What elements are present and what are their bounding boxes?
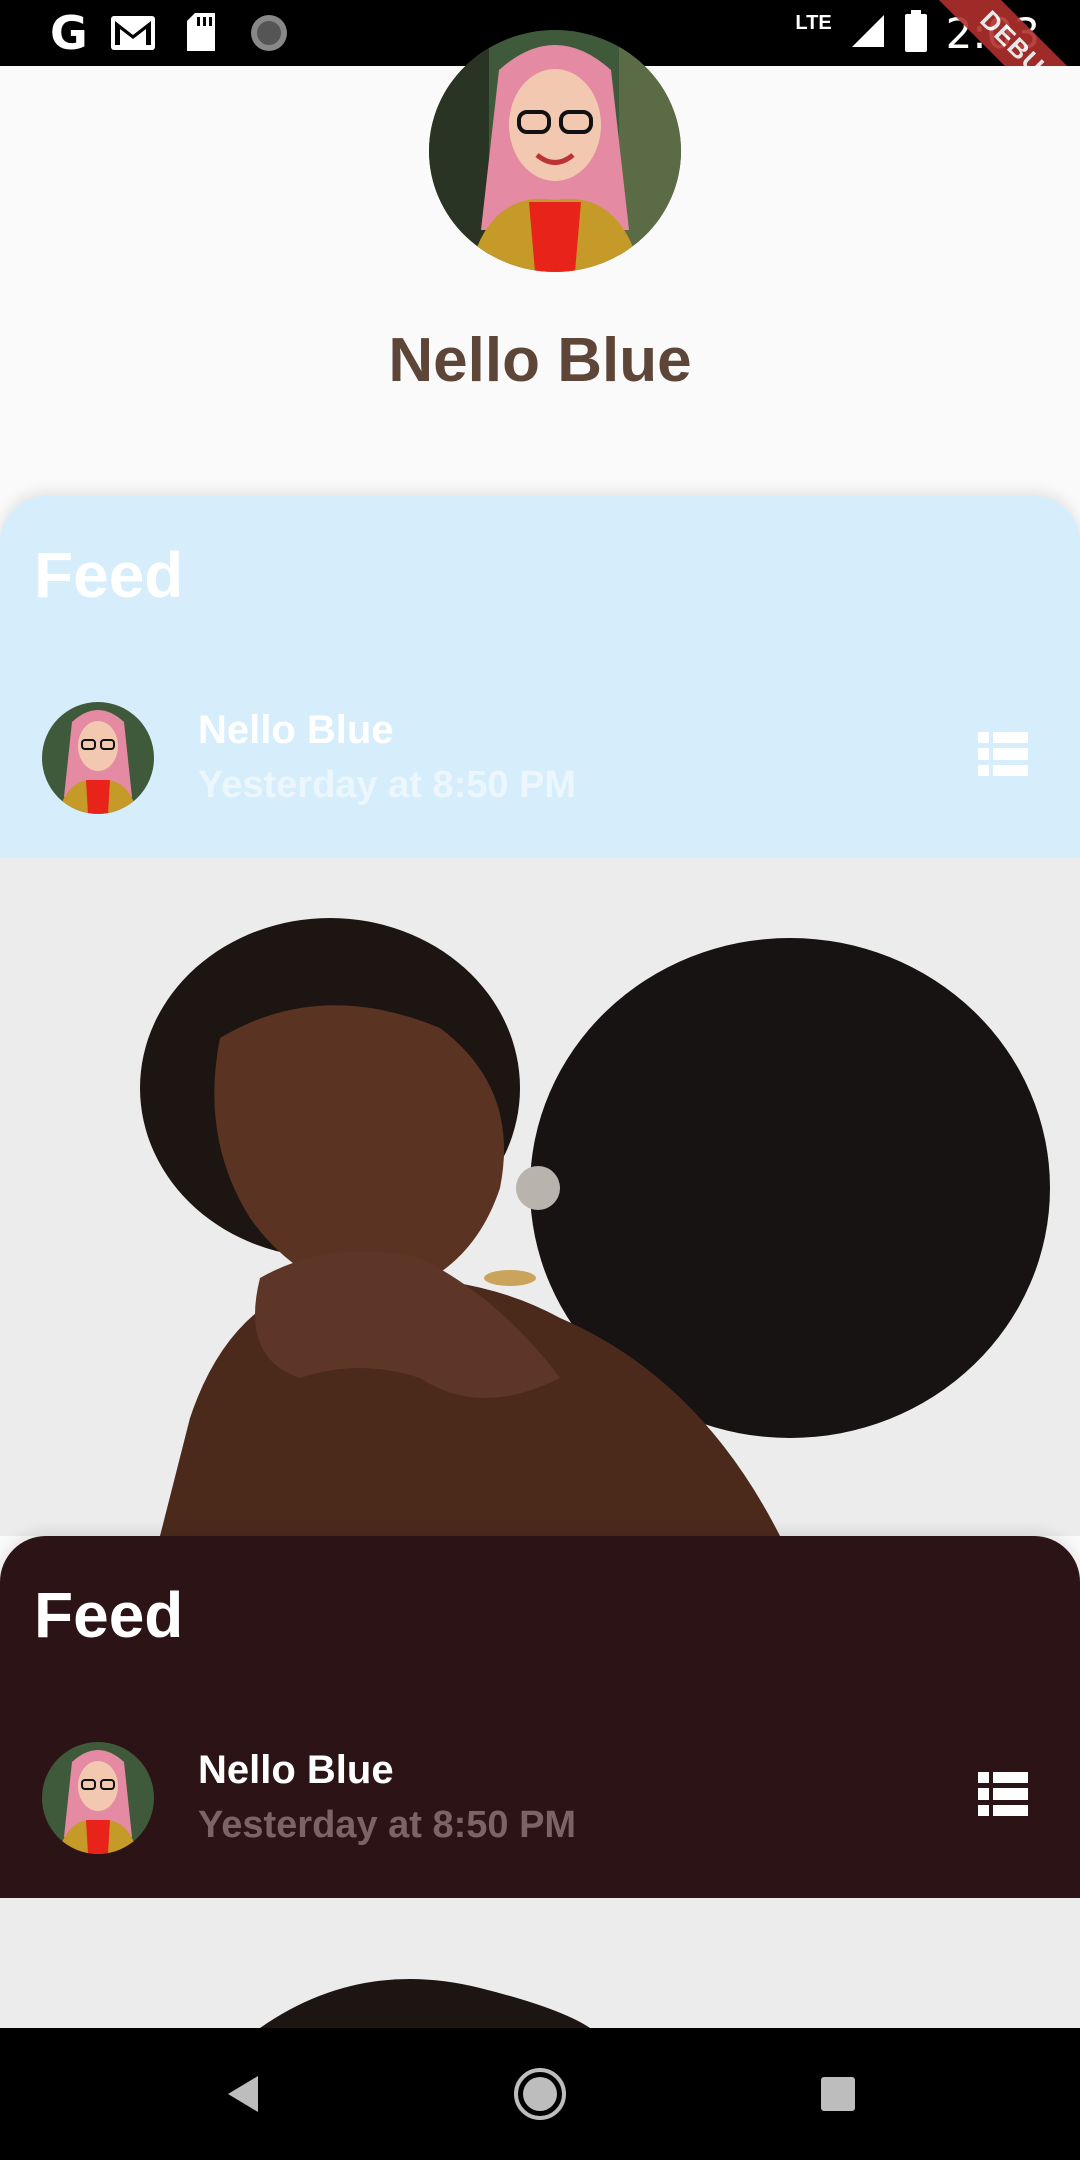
- home-icon[interactable]: [508, 2062, 572, 2126]
- gmail-icon: [110, 13, 156, 53]
- feed-card[interactable]: Feed Nello Blue Yesterday at 8:50 PM: [0, 1536, 1080, 1898]
- network-type: LTE: [795, 11, 832, 34]
- sync-circle-icon: [246, 13, 292, 53]
- feed-photo[interactable]: [0, 858, 1080, 1536]
- sd-card-icon: [178, 13, 224, 53]
- battery-icon: [904, 9, 928, 57]
- post-author-name[interactable]: Nello Blue: [198, 708, 394, 753]
- signal-icon: [850, 13, 886, 54]
- post-author-avatar[interactable]: [42, 702, 154, 814]
- navigation-bar: [0, 2028, 1080, 2160]
- post-author-avatar[interactable]: [42, 1742, 154, 1854]
- post-timestamp: Yesterday at 8:50 PM: [198, 764, 577, 806]
- status-bar-left: G: [50, 10, 292, 56]
- feed-photo[interactable]: [0, 1898, 1080, 2028]
- profile-avatar[interactable]: [429, 30, 681, 272]
- list-icon[interactable]: [978, 1772, 1028, 1816]
- feed-title: Feed: [34, 539, 184, 611]
- feed-title: Feed: [34, 1579, 184, 1651]
- recents-icon[interactable]: [806, 2062, 870, 2126]
- feed-card[interactable]: Feed Nello Blue Yesterday at 8:50 PM: [0, 496, 1080, 858]
- google-g-icon: G: [50, 6, 88, 60]
- post-author-name[interactable]: Nello Blue: [198, 1748, 394, 1793]
- profile-name: Nello Blue: [388, 326, 692, 395]
- post-timestamp: Yesterday at 8:50 PM: [198, 1804, 577, 1846]
- list-icon[interactable]: [978, 732, 1028, 776]
- back-icon[interactable]: [210, 2062, 274, 2126]
